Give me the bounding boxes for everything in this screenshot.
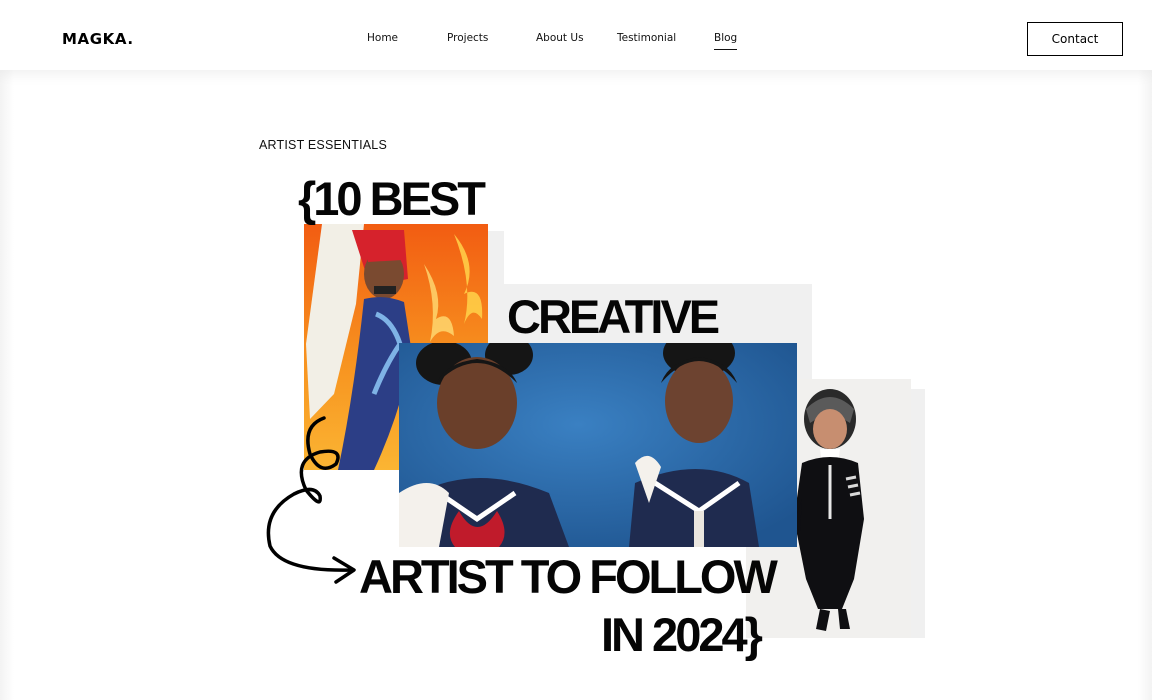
headline-line-1: {10 BEST [298, 172, 486, 225]
brand-logo[interactable]: MAGKA. [62, 30, 134, 48]
contact-button[interactable]: Contact [1027, 22, 1123, 56]
nav-projects[interactable]: Projects [447, 32, 488, 44]
nav-about-us[interactable]: About Us [536, 32, 584, 44]
curly-arrow-icon [266, 416, 356, 584]
page-edge-left [0, 70, 14, 700]
collage-block [486, 231, 504, 284]
nav-testimonial[interactable]: Testimonial [617, 32, 676, 44]
nav-home[interactable]: Home [367, 32, 398, 44]
headline-line-2: CREATIVE [507, 290, 720, 343]
article-category: ARTIST ESSENTIALS [259, 138, 387, 152]
headline-line-4: IN 2024} [601, 608, 763, 661]
page-edge-right [1138, 70, 1152, 700]
headline-line-3: ARTIST TO FOLLOW [359, 550, 778, 603]
artist-photo-duo-art [399, 343, 797, 547]
site-header: MAGKA. Home Projects About Us Testimonia… [0, 0, 1152, 70]
nav-blog[interactable]: Blog [714, 32, 738, 50]
artist-photo-duo[interactable] [399, 343, 797, 547]
